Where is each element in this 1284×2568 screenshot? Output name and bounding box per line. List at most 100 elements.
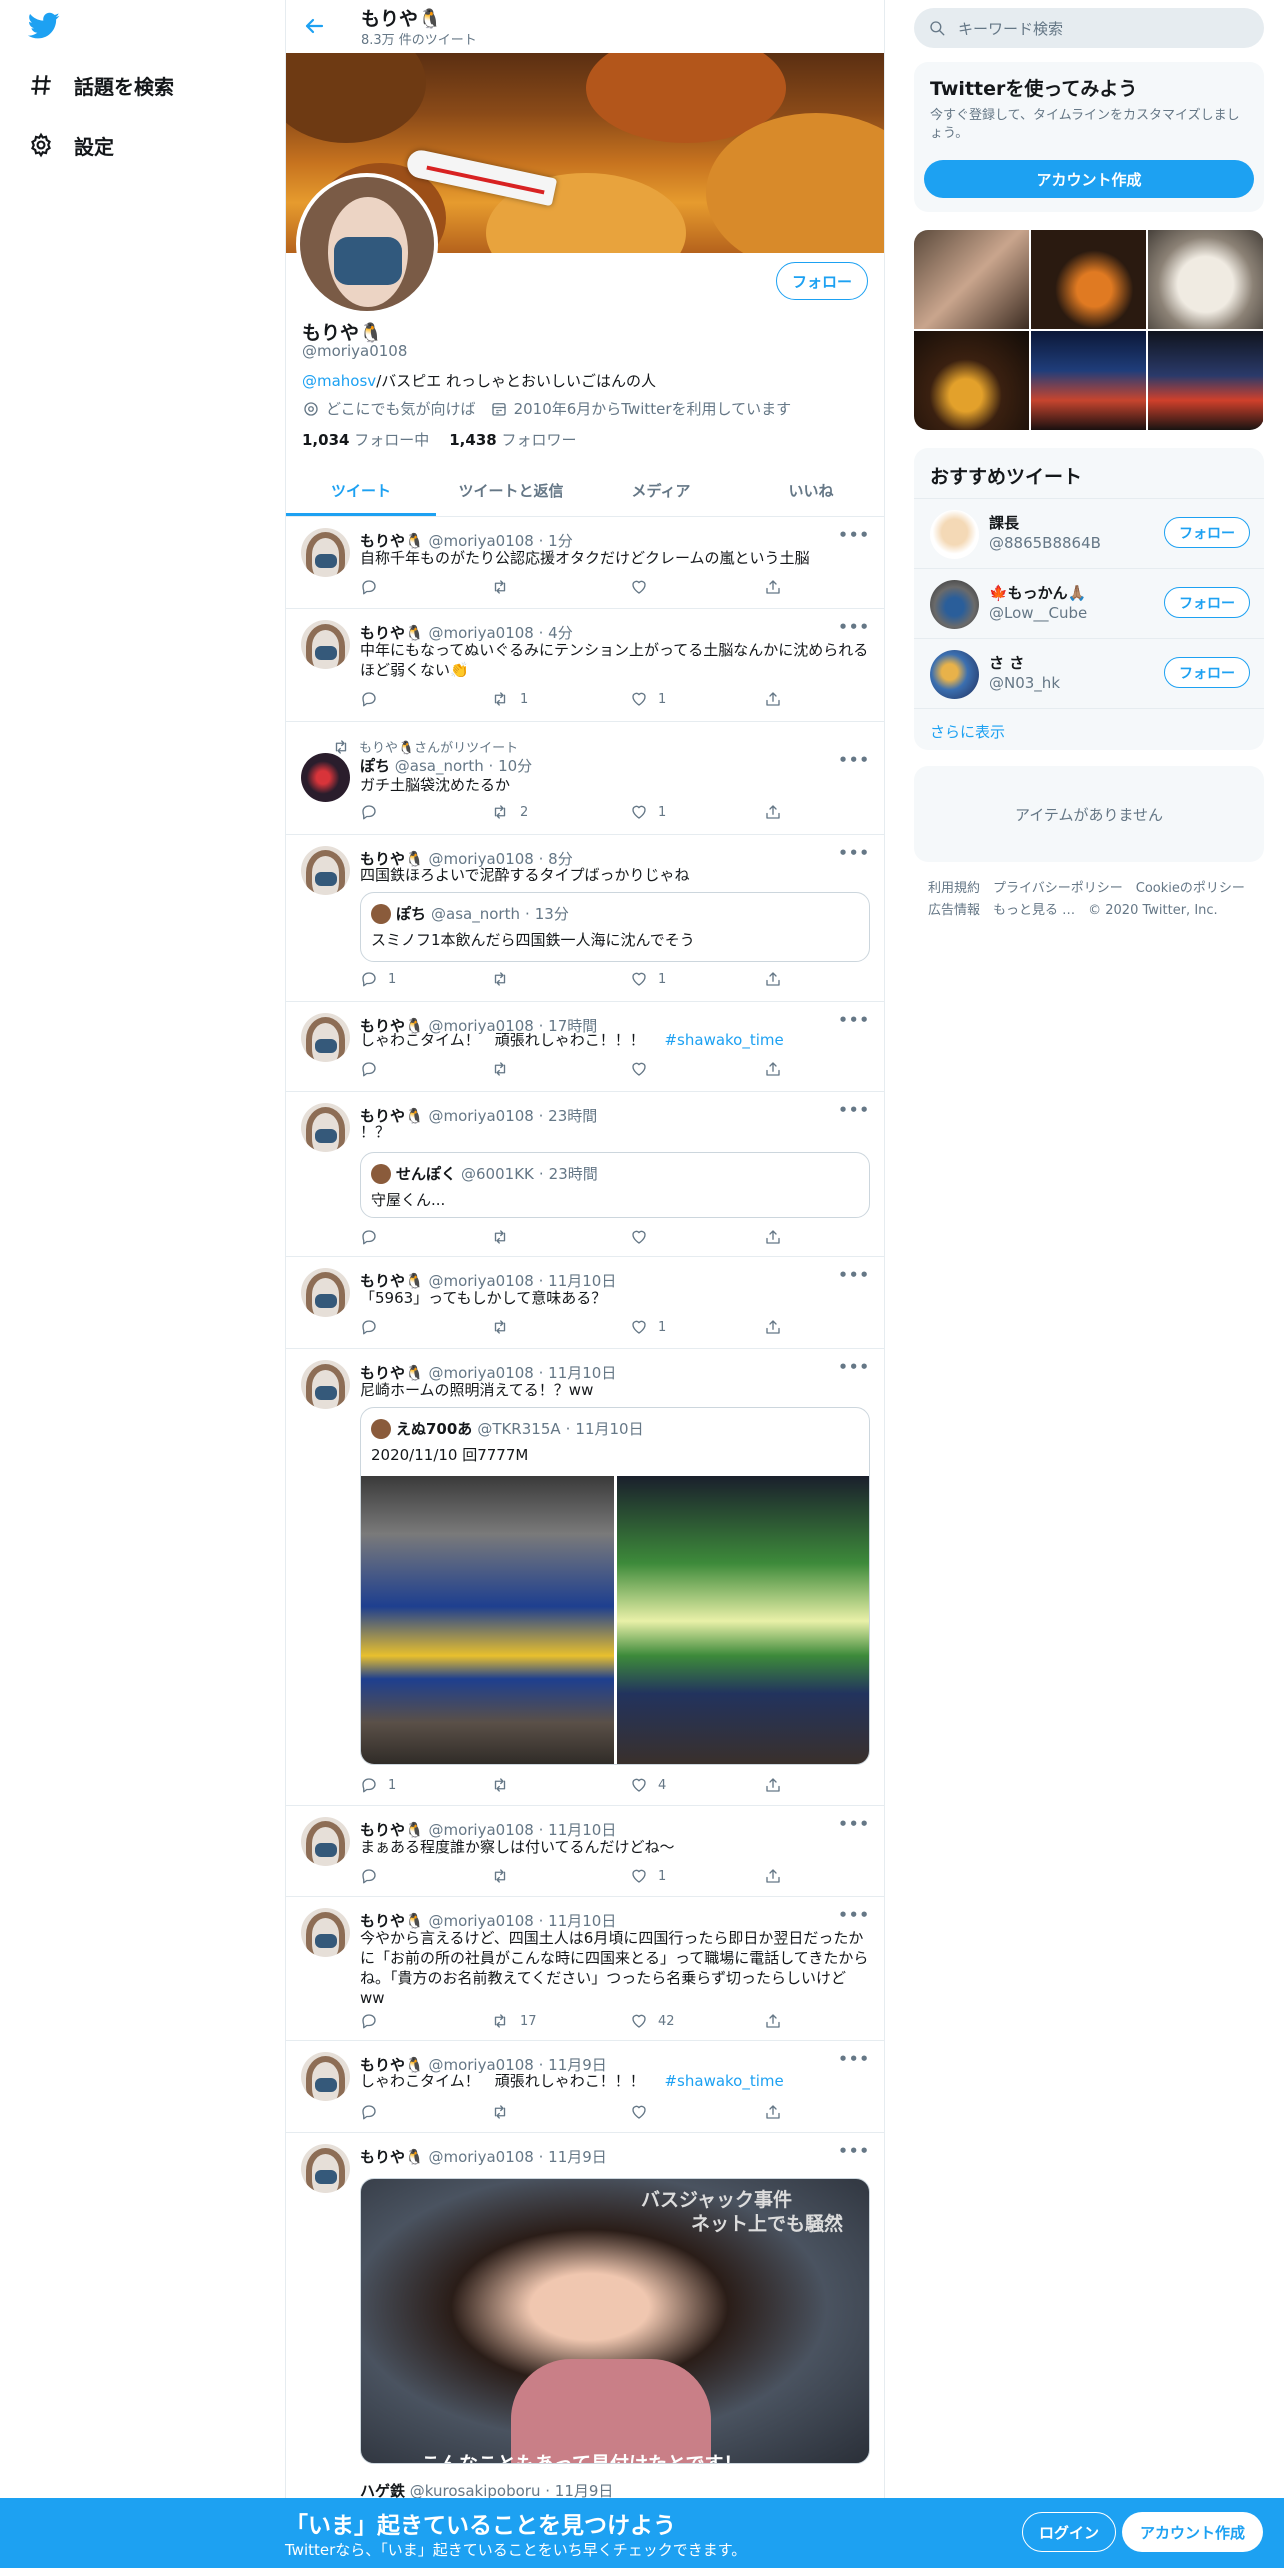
- quoted-tweet[interactable]: ぽち @asa_north · 13分 スミノフ1本飲んだら四国鉄一人海に沈んでそう: [360, 892, 870, 962]
- avatar[interactable]: [301, 1013, 350, 1062]
- quoted-photo[interactable]: [617, 1476, 869, 1764]
- tweet[interactable]: もりや🐧 @moriya0108 · 1分 ••• 自称千年ものがたり公認応援オタク…: [286, 517, 884, 609]
- reply-button[interactable]: 1: [360, 1776, 396, 1794]
- tweet-time[interactable]: 10分: [498, 757, 532, 775]
- footer-line-2[interactable]: 広告情報 もっと見る … © 2020 Twitter, Inc.: [928, 900, 1258, 922]
- nav-settings[interactable]: 設定: [28, 125, 114, 165]
- share-button[interactable]: [764, 578, 782, 596]
- like-button[interactable]: 4: [630, 1776, 666, 1794]
- more-options-icon[interactable]: •••: [838, 1358, 870, 1376]
- who-to-follow-item[interactable]: 🍁もっかん🙏🏽 @Low__Cube フォロー: [914, 568, 1264, 638]
- retweet-button[interactable]: 2: [490, 803, 528, 821]
- back-arrow-icon[interactable]: [302, 14, 326, 38]
- more-options-icon[interactable]: •••: [838, 1906, 870, 1924]
- follow-button[interactable]: フォロー: [1164, 587, 1250, 618]
- more-options-icon[interactable]: •••: [838, 1266, 870, 1284]
- retweet-button[interactable]: [490, 1060, 520, 1078]
- quoted-tweet[interactable]: えぬ700あ @TKR315A · 11月10日 2020/11/10 回7777M: [360, 1407, 870, 1765]
- share-button[interactable]: [764, 1318, 782, 1336]
- quoted-tweet[interactable]: せんぽく @6001KK · 23時間 守屋くん...: [360, 1152, 870, 1218]
- nav-explore[interactable]: 話題を検索: [28, 65, 174, 105]
- share-button[interactable]: [764, 803, 782, 821]
- suggested-name[interactable]: 課長: [989, 512, 1019, 533]
- tweet[interactable]: もりや🐧 @moriya0108 · 8分 ••• 四国鉄ほろよいで泥酔するタイプば…: [286, 835, 884, 1002]
- reply-button[interactable]: [360, 1060, 388, 1078]
- media-thumb[interactable]: [1031, 331, 1146, 430]
- following-link[interactable]: 1,034 フォロー中: [302, 429, 429, 450]
- show-more-link[interactable]: さらに表示: [930, 721, 1005, 742]
- tab-tweets[interactable]: ツイート: [286, 464, 436, 516]
- retweet-button[interactable]: [490, 1776, 520, 1794]
- tweet[interactable]: もりや🐧 @moriya0108 · 11月9日 ••• しゃわこタイム！ 頑張れし…: [286, 2041, 884, 2133]
- tweet[interactable]: もりや🐧 @moriya0108 · 11月10日 ••• 今やから言えるけど、四国…: [286, 1897, 884, 2041]
- tweet[interactable]: もりや🐧 @moriya0108 · 4分 ••• 中年にもなってぬいぐるみにテンシ…: [286, 609, 884, 722]
- media-thumb[interactable]: [914, 331, 1029, 430]
- reply-button[interactable]: [360, 2012, 388, 2030]
- suggested-name[interactable]: 🍁もっかん🙏🏽: [989, 582, 1086, 603]
- more-options-icon[interactable]: •••: [838, 1101, 870, 1119]
- who-to-follow-item[interactable]: 課長 @8865B8864B フォロー: [914, 498, 1264, 568]
- avatar[interactable]: [301, 1908, 350, 1957]
- more-options-icon[interactable]: •••: [838, 2142, 870, 2160]
- avatar[interactable]: [301, 2144, 350, 2193]
- retweet-button[interactable]: [490, 578, 520, 596]
- like-button[interactable]: [630, 1228, 658, 1246]
- follow-button[interactable]: フォロー: [775, 262, 868, 300]
- like-button[interactable]: [630, 578, 658, 596]
- reply-button[interactable]: [360, 2103, 388, 2121]
- tweet-time[interactable]: 11月9日: [548, 2148, 607, 2166]
- avatar[interactable]: [301, 1360, 350, 1409]
- login-button[interactable]: ログイン: [1022, 2512, 1117, 2552]
- tab-media[interactable]: メディア: [586, 464, 736, 516]
- reply-button[interactable]: [360, 1228, 388, 1246]
- like-button[interactable]: 42: [630, 2012, 675, 2030]
- suggested-name[interactable]: さ さ: [989, 652, 1024, 673]
- search-box[interactable]: キーワード検索: [914, 8, 1264, 48]
- media-thumb[interactable]: [1148, 230, 1263, 329]
- follow-button[interactable]: フォロー: [1164, 657, 1250, 688]
- more-options-icon[interactable]: •••: [838, 751, 870, 769]
- like-button[interactable]: [630, 2103, 658, 2121]
- reply-button[interactable]: 1: [360, 970, 396, 988]
- share-button[interactable]: [764, 1776, 782, 1794]
- more-options-icon[interactable]: •••: [838, 2050, 870, 2068]
- reply-button[interactable]: [360, 1867, 388, 1885]
- like-button[interactable]: 1: [630, 1318, 666, 1336]
- bio-mention-link[interactable]: @mahosv: [302, 372, 376, 390]
- media-thumb[interactable]: [1148, 331, 1263, 430]
- tweet[interactable]: もりや🐧さんがリツイート ぽち @asa_north · 10分 ••• ガチ土脳袋沈…: [286, 722, 884, 835]
- share-button[interactable]: [764, 1867, 782, 1885]
- show-more-row[interactable]: さらに表示: [914, 708, 1264, 750]
- hashtag-link[interactable]: #shawako_time: [664, 2072, 783, 2090]
- profile-avatar[interactable]: [296, 173, 438, 315]
- follow-button[interactable]: フォロー: [1164, 517, 1250, 548]
- like-button[interactable]: 1: [630, 970, 666, 988]
- author-name[interactable]: もりや🐧: [360, 2148, 424, 2166]
- avatar[interactable]: [301, 620, 350, 669]
- media-thumb[interactable]: [1031, 230, 1146, 329]
- tweet-photo[interactable]: バスジャック事件 ネット上でも騒然 こんなこともあって見付けたとです！: [360, 2178, 870, 2464]
- avatar[interactable]: [301, 528, 350, 577]
- retweet-button[interactable]: [490, 1228, 520, 1246]
- avatar[interactable]: [930, 580, 979, 629]
- quoted-photo[interactable]: [361, 1476, 614, 1764]
- avatar[interactable]: [301, 753, 350, 802]
- avatar[interactable]: [301, 1103, 350, 1152]
- tweet[interactable]: もりや🐧 @moriya0108 · 11月9日 ••• バスジャック事件 ネット上で…: [286, 2133, 884, 2533]
- share-button[interactable]: [764, 2012, 782, 2030]
- reply-button[interactable]: [360, 1318, 388, 1336]
- tweet[interactable]: もりや🐧 @moriya0108 · 11月10日 ••• 「5963」ってもしかし…: [286, 1257, 884, 1349]
- footer-links[interactable]: 利用規約 プライバシーポリシー Cookieのポリシー 広告情報 もっと見る ……: [928, 878, 1258, 922]
- author-name[interactable]: ぽち: [360, 757, 390, 775]
- retweet-button[interactable]: 1: [490, 690, 528, 708]
- tweet[interactable]: もりや🐧 @moriya0108 · 11月10日 ••• 尼崎ホームの照明消えてる…: [286, 1349, 884, 1806]
- share-button[interactable]: [764, 2103, 782, 2121]
- followers-link[interactable]: 1,438 フォロワー: [449, 429, 576, 450]
- tab-tweets-replies[interactable]: ツイートと返信: [436, 464, 586, 516]
- like-button[interactable]: 1: [630, 690, 666, 708]
- like-button[interactable]: [630, 1060, 658, 1078]
- retweet-button[interactable]: [490, 970, 520, 988]
- reply-button[interactable]: [360, 803, 388, 821]
- like-button[interactable]: 1: [630, 803, 666, 821]
- signup-button[interactable]: アカウント作成: [1122, 2512, 1264, 2552]
